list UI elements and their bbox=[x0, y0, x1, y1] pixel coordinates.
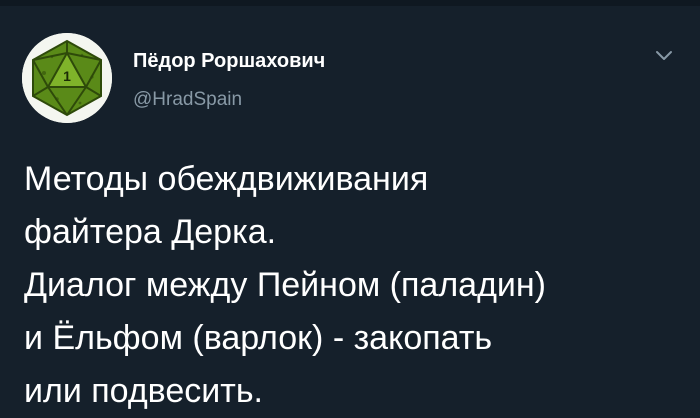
tweet-text-line: Диалог между Пейном (паладин) bbox=[24, 266, 547, 304]
tweet-text-line: Методы обеждвиживания bbox=[24, 160, 429, 198]
avatar[interactable]: 1 bbox=[22, 33, 112, 123]
tweet-menu-button[interactable] bbox=[651, 46, 677, 66]
chevron-down-icon bbox=[656, 51, 672, 60]
tweet-text-line: и Ёльфом (варлок) - закопать bbox=[24, 319, 493, 357]
d20-dice-icon: 1 bbox=[22, 33, 112, 123]
tweet-card: 1 Пёдор Роршахович @HradSpain Методы обе… bbox=[0, 6, 700, 416]
tweet-text: Методы обеждвиживания файтера Дерка. Диа… bbox=[24, 153, 692, 418]
author-handle[interactable]: @HradSpain bbox=[133, 89, 242, 111]
svg-text:1: 1 bbox=[63, 68, 71, 84]
tweet-text-line: файтера Дерка. bbox=[24, 213, 277, 251]
tweet-text-line: или подвесить. bbox=[24, 372, 263, 410]
author-name[interactable]: Пёдор Роршахович bbox=[133, 50, 325, 73]
